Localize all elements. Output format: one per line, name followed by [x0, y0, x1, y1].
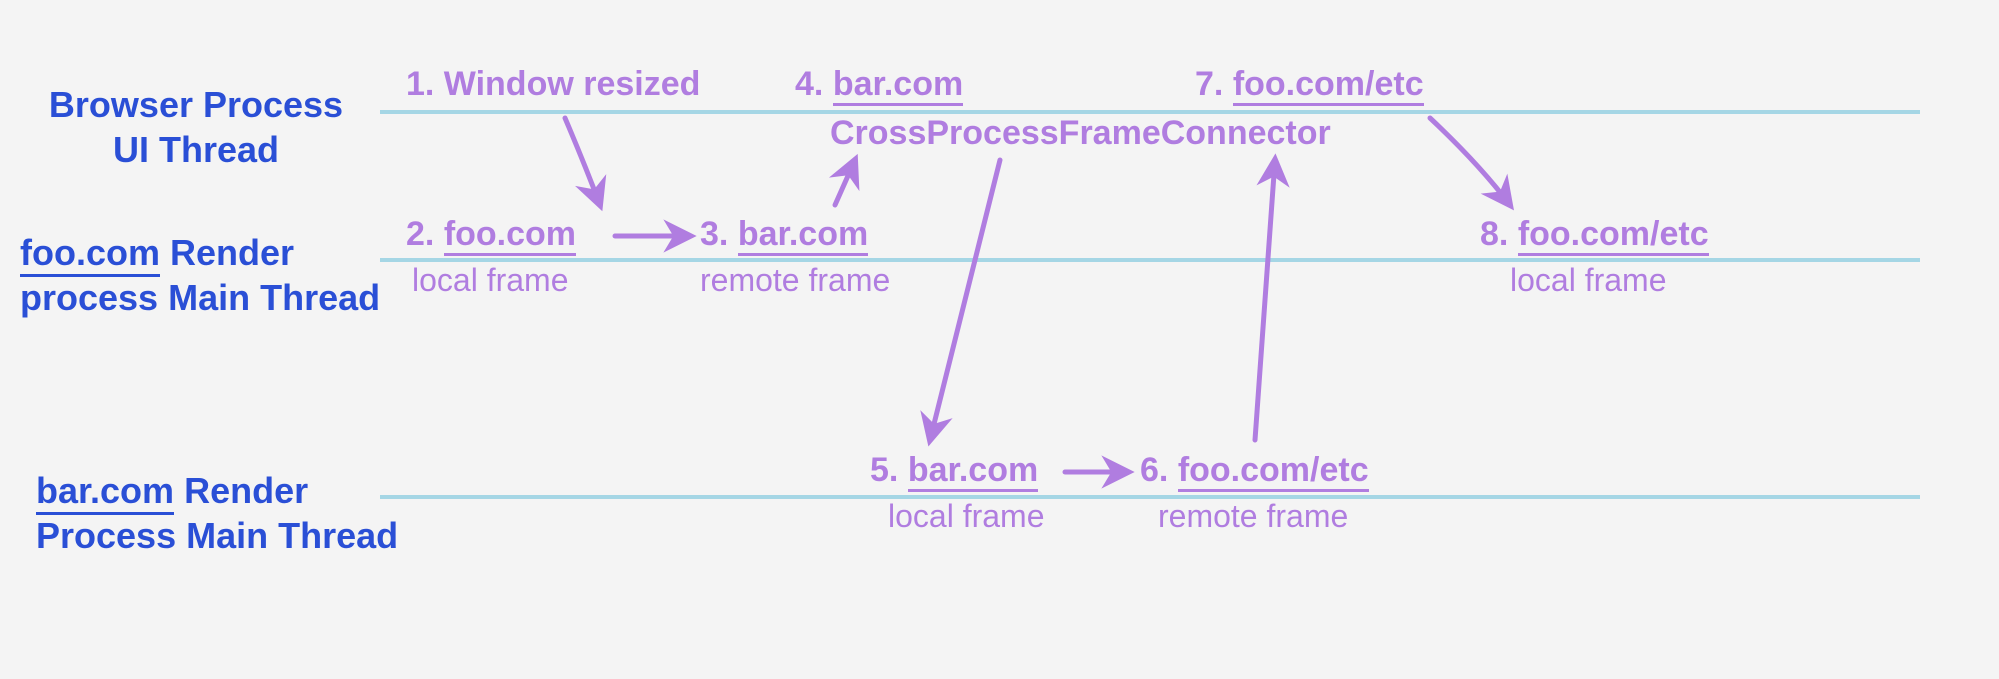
node-5-link: bar.com — [908, 451, 1038, 492]
node-2: 2. foo.com — [406, 214, 576, 255]
node-8-sub: local frame — [1510, 262, 1667, 299]
arrow-6-7 — [1255, 160, 1275, 440]
node-5-sub: local frame — [888, 498, 1045, 535]
node-1: 1. Window resized — [406, 64, 700, 105]
arrow-7-8 — [1430, 118, 1510, 205]
lane-browser-line2: UI Thread — [113, 129, 279, 170]
node-6: 6. foo.com/etc — [1140, 450, 1369, 491]
node-1-label: 1. Window resized — [406, 65, 700, 103]
node-7-prefix: 7. — [1195, 65, 1233, 103]
lane-foo-link: foo.com — [20, 232, 160, 277]
node-2-sub: local frame — [412, 262, 569, 299]
lane-line-bar — [380, 495, 1920, 499]
node-8: 8. foo.com/etc — [1480, 214, 1709, 255]
node-4: 4. bar.com — [795, 64, 963, 105]
node-8-link: foo.com/etc — [1518, 215, 1709, 256]
lane-browser-line1: Browser Process — [49, 84, 343, 125]
node-7: 7. foo.com/etc — [1195, 64, 1424, 105]
lane-label-foo: foo.com Render process Main Thread — [20, 230, 380, 320]
arrow-3-4 — [835, 160, 855, 205]
node-3-sub: remote frame — [700, 262, 890, 299]
arrow-1-2 — [565, 118, 600, 205]
node-2-prefix: 2. — [406, 215, 444, 253]
node-4-prefix: 4. — [795, 65, 833, 103]
node-7-link: foo.com/etc — [1233, 65, 1424, 106]
node-6-prefix: 6. — [1140, 451, 1178, 489]
node-2-link: foo.com — [444, 215, 576, 256]
cpfc-label: CrossProcessFrameConnector — [830, 114, 1331, 153]
node-5-prefix: 5. — [870, 451, 908, 489]
lane-bar-line2: Process Main Thread — [36, 515, 398, 556]
lane-foo-suffix: Render — [160, 232, 294, 273]
lane-bar-link: bar.com — [36, 470, 174, 515]
node-4-link: bar.com — [833, 65, 963, 106]
lane-label-bar: bar.com Render Process Main Thread — [36, 468, 398, 558]
lane-bar-suffix: Render — [174, 470, 308, 511]
lane-line-foo — [380, 258, 1920, 262]
node-3-link: bar.com — [738, 215, 868, 256]
lane-foo-line2: process Main Thread — [20, 277, 380, 318]
node-6-link: foo.com/etc — [1178, 451, 1369, 492]
arrow-4-5 — [930, 160, 1000, 440]
node-3: 3. bar.com — [700, 214, 868, 255]
node-5: 5. bar.com — [870, 450, 1038, 491]
node-3-prefix: 3. — [700, 215, 738, 253]
lane-label-browser: Browser Process UI Thread — [36, 82, 356, 172]
node-6-sub: remote frame — [1158, 498, 1348, 535]
node-8-prefix: 8. — [1480, 215, 1518, 253]
